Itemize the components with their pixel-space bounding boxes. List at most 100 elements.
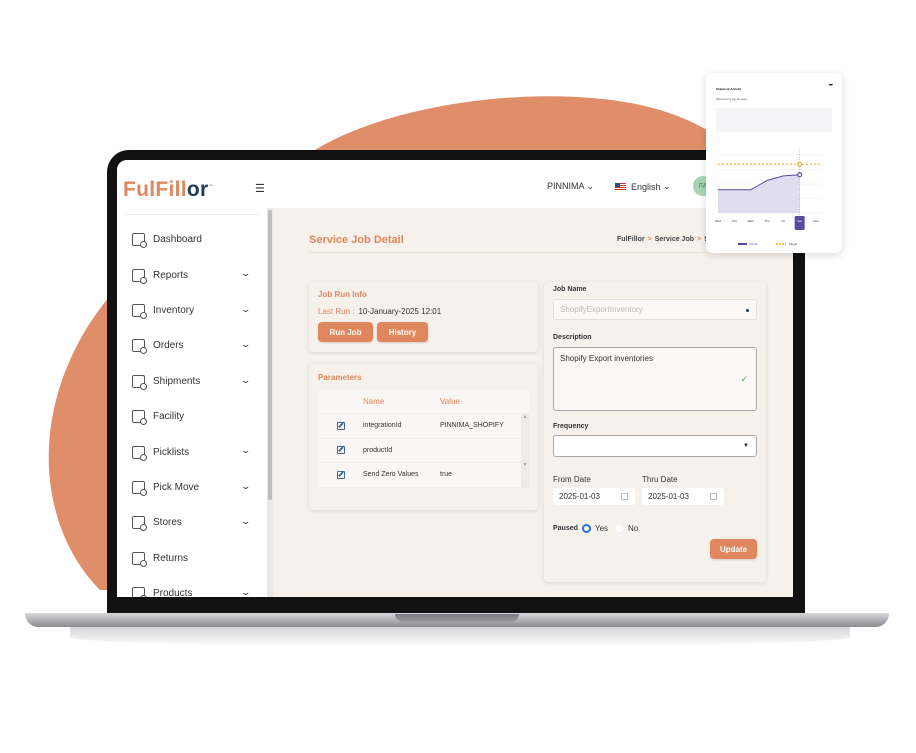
paused-no-radio[interactable] <box>615 524 624 533</box>
parameters-table: Name Value integrationId PINNIMA_SHOPIFY p… <box>318 390 529 488</box>
param-value: true <box>440 471 453 479</box>
logo-accent: or <box>186 178 209 201</box>
parameters-card: Parameters Name Value integrationId PINNI… <box>309 364 538 510</box>
description-value: Shopify Export inventories <box>560 354 653 363</box>
app-logo[interactable]: FulFillor™ <box>123 178 214 202</box>
description-textarea[interactable]: Shopify Export inventories ✓ <box>553 347 757 411</box>
sidebar-item-picklists[interactable]: Picklists ⌄ <box>117 434 267 469</box>
chevron-down-icon[interactable]: ⌄ <box>241 481 252 492</box>
sidebar-item-label: Inventory <box>153 304 195 316</box>
table-scrollbar[interactable]: ▲ ▼ <box>521 414 529 487</box>
logo-trademark: ™ <box>208 184 214 190</box>
table-row: Send Zero Values true <box>318 463 529 488</box>
marketing-stage: FulFillor™ ☰ Dashboard Reports ⌄ Inventory ⌄… <box>0 0 916 753</box>
user-label: PINNIMA <box>547 181 585 191</box>
dashboard-icon <box>132 233 147 249</box>
user-dropdown[interactable]: PINNIMA ⌄ <box>547 181 594 192</box>
param-value: PINNIMA_SHOPIFY <box>440 422 504 430</box>
sidebar-item-reports[interactable]: Reports ⌄ <box>117 257 267 292</box>
us-flag-icon <box>615 183 626 190</box>
calendar-icon[interactable] <box>710 493 717 500</box>
sidebar-menu: Dashboard Reports ⌄ Inventory ⌄ Orders ⌄ Shipme… <box>117 222 267 597</box>
sidebar-item-products[interactable]: Products ⌄ <box>117 576 267 597</box>
edit-icon[interactable] <box>336 446 345 455</box>
table-row: integrationId PINNIMA_SHOPIFY <box>318 414 529 439</box>
chevron-down-icon[interactable]: ⌄ <box>241 516 252 527</box>
x-tick-label: Sun <box>813 219 819 223</box>
run-job-button[interactable]: Run Job <box>318 322 373 342</box>
chevron-down-icon[interactable]: ⌄ <box>241 268 252 279</box>
legend-actual-label: Actual <box>749 242 758 246</box>
breadcrumb-item[interactable]: FulFillor <box>617 236 645 243</box>
edit-icon[interactable] <box>336 470 345 479</box>
target-point <box>797 161 803 167</box>
thru-date-input[interactable]: 2025-01-03 <box>642 488 724 505</box>
products-icon <box>132 587 147 597</box>
column-header-name[interactable]: Name <box>363 397 440 406</box>
edit-cell <box>318 446 363 455</box>
sidebar-item-returns[interactable]: Returns <box>117 541 267 576</box>
floating-chart-card: Shipment Activity Shipments by day this … <box>706 73 842 253</box>
edit-icon[interactable] <box>336 421 345 430</box>
calendar-icon[interactable] <box>621 493 628 500</box>
language-dropdown[interactable]: English ⌄ <box>615 181 671 192</box>
x-tick-label: Wed <box>715 219 721 223</box>
from-date-label: From Date <box>553 475 591 484</box>
app-screen: FulFillor™ ☰ Dashboard Reports ⌄ Inventory ⌄… <box>117 160 793 597</box>
paused-label: Paused <box>553 525 578 532</box>
chevron-down-icon[interactable]: ⌄ <box>241 304 252 315</box>
sidebar-item-stores[interactable]: Stores ⌄ <box>117 505 267 540</box>
sidebar-item-dashboard[interactable]: Dashboard <box>117 222 267 257</box>
frequency-select[interactable]: ▼ <box>553 435 757 457</box>
update-button[interactable]: Update <box>710 539 757 559</box>
sidebar-item-pick-move[interactable]: Pick Move ⌄ <box>117 470 267 505</box>
shipments-icon <box>132 374 147 390</box>
x-tick-label: Thu <box>764 219 770 223</box>
orders-icon <box>132 339 147 355</box>
table-header: Name Value <box>318 390 529 414</box>
sidebar-item-label: Orders <box>153 340 184 352</box>
last-run-label: Last Run : <box>318 307 355 316</box>
sidebar-item-orders[interactable]: Orders ⌄ <box>117 328 267 363</box>
legend-actual-swatch <box>738 243 747 245</box>
caret-down-icon: ▼ <box>743 443 749 449</box>
column-header-value[interactable]: Value <box>440 397 520 406</box>
pick-move-icon <box>132 480 147 496</box>
edit-cell <box>318 470 363 479</box>
collapse-menu-icon[interactable]: ☰ <box>255 182 265 195</box>
job-run-info-heading: Job Run Info <box>318 290 367 299</box>
sidebar-item-label: Products <box>153 588 193 597</box>
sidebar-item-facility[interactable]: Facility <box>117 399 267 434</box>
sidebar-item-label: Returns <box>153 552 189 564</box>
chevron-down-icon[interactable]: ⌄ <box>241 445 252 456</box>
sidebar-item-label: Shipments <box>153 375 201 387</box>
picklists-icon <box>132 445 147 461</box>
returns-icon <box>132 551 147 567</box>
scrollbar-thumb[interactable] <box>268 210 272 500</box>
chevron-down-icon[interactable]: ⌄ <box>241 375 252 386</box>
paused-yes-radio[interactable] <box>582 524 591 533</box>
edit-cell <box>318 421 363 430</box>
job-name-input[interactable]: ShopifyExportInventory <box>553 299 757 320</box>
sidebar-item-inventory[interactable]: Inventory ⌄ <box>117 293 267 328</box>
check-icon: ✓ <box>740 374 748 384</box>
x-tick-label: Fri <box>782 219 786 223</box>
from-date-input[interactable]: 2025-01-03 <box>553 488 635 505</box>
history-button[interactable]: History <box>377 322 428 342</box>
sidebar-item-label: Facility <box>153 411 185 423</box>
chevron-down-icon[interactable]: ⌄ <box>241 587 252 597</box>
sidebar-item-label: Stores <box>153 517 182 529</box>
breadcrumb-item[interactable]: Service Job <box>655 236 694 243</box>
paused-yes-label[interactable]: Yes <box>595 524 608 533</box>
required-dot-icon <box>746 309 749 312</box>
chevron-down-icon[interactable]: ⌄ <box>241 339 252 350</box>
paused-no-label[interactable]: No <box>628 524 638 533</box>
last-run-value: 10-January-2025 12:01 <box>358 307 442 316</box>
param-name: integrationId <box>363 422 402 430</box>
param-name: Send Zero Values <box>363 471 419 479</box>
breadcrumb-separator: > <box>697 236 702 243</box>
breadcrumb-separator: > <box>647 236 652 243</box>
sidebar-divider <box>125 214 259 215</box>
sidebar-item-shipments[interactable]: Shipments ⌄ <box>117 364 267 399</box>
inventory-icon <box>132 303 147 319</box>
